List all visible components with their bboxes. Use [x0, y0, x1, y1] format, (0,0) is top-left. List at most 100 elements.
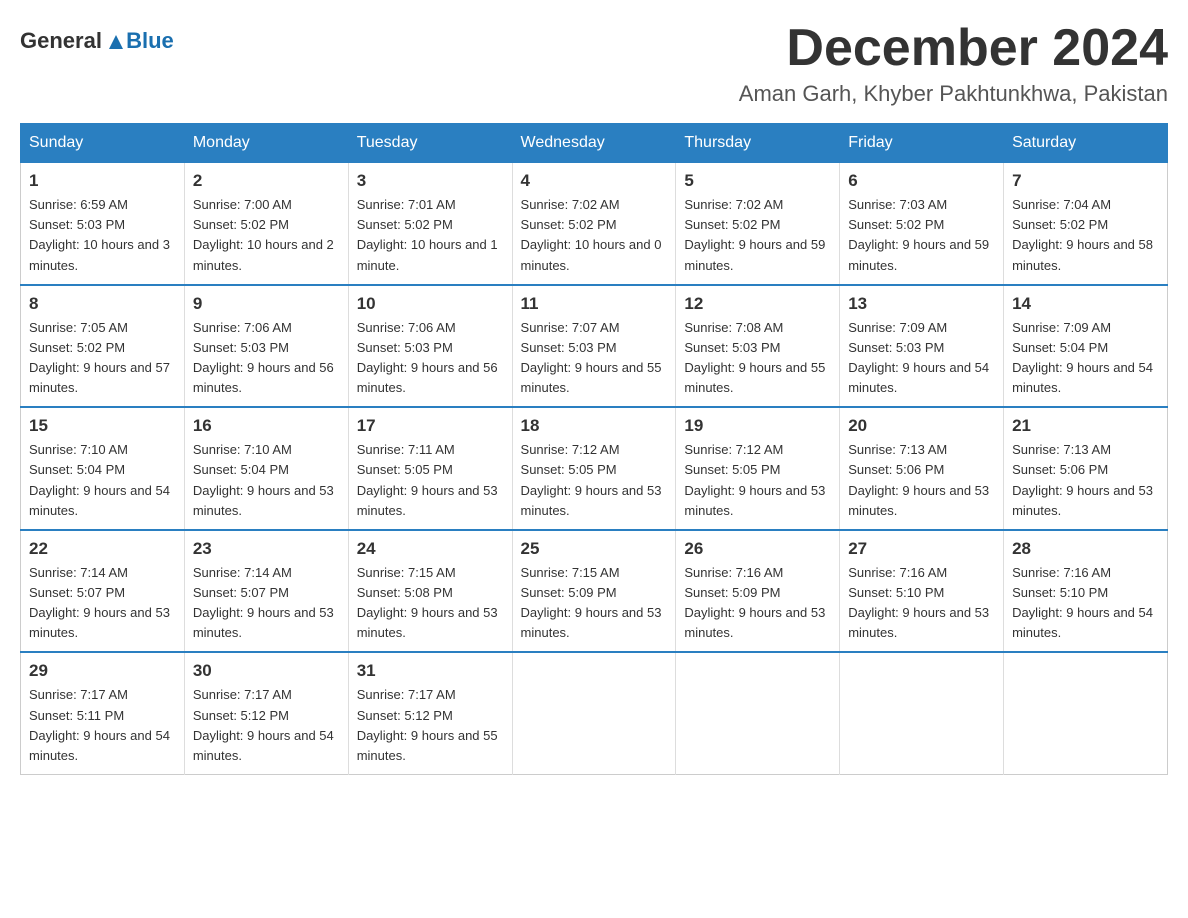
day-info: Sunrise: 7:09 AMSunset: 5:03 PMDaylight:… [848, 318, 995, 399]
day-info: Sunrise: 7:00 AMSunset: 5:02 PMDaylight:… [193, 195, 340, 276]
day-number: 26 [684, 539, 831, 559]
calendar-cell [840, 652, 1004, 774]
day-info: Sunrise: 7:10 AMSunset: 5:04 PMDaylight:… [29, 440, 176, 521]
day-info: Sunrise: 7:08 AMSunset: 5:03 PMDaylight:… [684, 318, 831, 399]
calendar-cell: 11 Sunrise: 7:07 AMSunset: 5:03 PMDaylig… [512, 285, 676, 408]
day-number: 10 [357, 294, 504, 314]
day-info: Sunrise: 7:17 AMSunset: 5:11 PMDaylight:… [29, 685, 176, 766]
calendar-cell [512, 652, 676, 774]
calendar-cell: 17 Sunrise: 7:11 AMSunset: 5:05 PMDaylig… [348, 407, 512, 530]
day-number: 5 [684, 171, 831, 191]
header-day-wednesday: Wednesday [512, 124, 676, 163]
calendar-cell: 14 Sunrise: 7:09 AMSunset: 5:04 PMDaylig… [1004, 285, 1168, 408]
day-info: Sunrise: 6:59 AMSunset: 5:03 PMDaylight:… [29, 195, 176, 276]
day-number: 31 [357, 661, 504, 681]
calendar-cell: 23 Sunrise: 7:14 AMSunset: 5:07 PMDaylig… [184, 530, 348, 653]
page-header: General Blue December 2024 Aman Garh, Kh… [20, 20, 1168, 107]
calendar-cell: 10 Sunrise: 7:06 AMSunset: 5:03 PMDaylig… [348, 285, 512, 408]
month-title: December 2024 [739, 20, 1168, 77]
day-info: Sunrise: 7:13 AMSunset: 5:06 PMDaylight:… [848, 440, 995, 521]
day-info: Sunrise: 7:06 AMSunset: 5:03 PMDaylight:… [193, 318, 340, 399]
day-info: Sunrise: 7:02 AMSunset: 5:02 PMDaylight:… [521, 195, 668, 276]
day-number: 21 [1012, 416, 1159, 436]
day-number: 7 [1012, 171, 1159, 191]
day-number: 14 [1012, 294, 1159, 314]
header-row: SundayMondayTuesdayWednesdayThursdayFrid… [21, 124, 1168, 163]
day-number: 17 [357, 416, 504, 436]
calendar-table: SundayMondayTuesdayWednesdayThursdayFrid… [20, 123, 1168, 775]
day-info: Sunrise: 7:07 AMSunset: 5:03 PMDaylight:… [521, 318, 668, 399]
calendar-body: 1 Sunrise: 6:59 AMSunset: 5:03 PMDayligh… [21, 163, 1168, 775]
day-info: Sunrise: 7:03 AMSunset: 5:02 PMDaylight:… [848, 195, 995, 276]
title-section: December 2024 Aman Garh, Khyber Pakhtunk… [739, 20, 1168, 107]
calendar-cell: 30 Sunrise: 7:17 AMSunset: 5:12 PMDaylig… [184, 652, 348, 774]
calendar-week-row: 22 Sunrise: 7:14 AMSunset: 5:07 PMDaylig… [21, 530, 1168, 653]
header-day-friday: Friday [840, 124, 1004, 163]
calendar-week-row: 1 Sunrise: 6:59 AMSunset: 5:03 PMDayligh… [21, 163, 1168, 285]
header-day-thursday: Thursday [676, 124, 840, 163]
calendar-cell: 31 Sunrise: 7:17 AMSunset: 5:12 PMDaylig… [348, 652, 512, 774]
logo: General Blue [20, 28, 174, 54]
calendar-cell: 8 Sunrise: 7:05 AMSunset: 5:02 PMDayligh… [21, 285, 185, 408]
logo-general: General [20, 28, 124, 54]
calendar-week-row: 15 Sunrise: 7:10 AMSunset: 5:04 PMDaylig… [21, 407, 1168, 530]
day-number: 29 [29, 661, 176, 681]
day-number: 9 [193, 294, 340, 314]
calendar-cell: 25 Sunrise: 7:15 AMSunset: 5:09 PMDaylig… [512, 530, 676, 653]
day-info: Sunrise: 7:12 AMSunset: 5:05 PMDaylight:… [521, 440, 668, 521]
header-day-monday: Monday [184, 124, 348, 163]
day-info: Sunrise: 7:05 AMSunset: 5:02 PMDaylight:… [29, 318, 176, 399]
calendar-cell: 4 Sunrise: 7:02 AMSunset: 5:02 PMDayligh… [512, 163, 676, 285]
day-info: Sunrise: 7:09 AMSunset: 5:04 PMDaylight:… [1012, 318, 1159, 399]
calendar-header: SundayMondayTuesdayWednesdayThursdayFrid… [21, 124, 1168, 163]
calendar-week-row: 8 Sunrise: 7:05 AMSunset: 5:02 PMDayligh… [21, 285, 1168, 408]
day-number: 24 [357, 539, 504, 559]
calendar-cell [676, 652, 840, 774]
day-number: 1 [29, 171, 176, 191]
day-info: Sunrise: 7:01 AMSunset: 5:02 PMDaylight:… [357, 195, 504, 276]
day-info: Sunrise: 7:10 AMSunset: 5:04 PMDaylight:… [193, 440, 340, 521]
day-info: Sunrise: 7:15 AMSunset: 5:09 PMDaylight:… [521, 563, 668, 644]
calendar-cell: 3 Sunrise: 7:01 AMSunset: 5:02 PMDayligh… [348, 163, 512, 285]
calendar-cell: 24 Sunrise: 7:15 AMSunset: 5:08 PMDaylig… [348, 530, 512, 653]
calendar-cell: 13 Sunrise: 7:09 AMSunset: 5:03 PMDaylig… [840, 285, 1004, 408]
header-day-sunday: Sunday [21, 124, 185, 163]
calendar-cell: 21 Sunrise: 7:13 AMSunset: 5:06 PMDaylig… [1004, 407, 1168, 530]
day-info: Sunrise: 7:06 AMSunset: 5:03 PMDaylight:… [357, 318, 504, 399]
header-day-tuesday: Tuesday [348, 124, 512, 163]
calendar-cell: 12 Sunrise: 7:08 AMSunset: 5:03 PMDaylig… [676, 285, 840, 408]
day-number: 20 [848, 416, 995, 436]
day-number: 4 [521, 171, 668, 191]
day-info: Sunrise: 7:04 AMSunset: 5:02 PMDaylight:… [1012, 195, 1159, 276]
calendar-cell: 2 Sunrise: 7:00 AMSunset: 5:02 PMDayligh… [184, 163, 348, 285]
calendar-cell: 6 Sunrise: 7:03 AMSunset: 5:02 PMDayligh… [840, 163, 1004, 285]
day-info: Sunrise: 7:17 AMSunset: 5:12 PMDaylight:… [193, 685, 340, 766]
calendar-cell: 18 Sunrise: 7:12 AMSunset: 5:05 PMDaylig… [512, 407, 676, 530]
day-info: Sunrise: 7:11 AMSunset: 5:05 PMDaylight:… [357, 440, 504, 521]
day-info: Sunrise: 7:02 AMSunset: 5:02 PMDaylight:… [684, 195, 831, 276]
day-number: 2 [193, 171, 340, 191]
day-number: 12 [684, 294, 831, 314]
calendar-cell: 26 Sunrise: 7:16 AMSunset: 5:09 PMDaylig… [676, 530, 840, 653]
day-info: Sunrise: 7:17 AMSunset: 5:12 PMDaylight:… [357, 685, 504, 766]
day-number: 15 [29, 416, 176, 436]
day-number: 18 [521, 416, 668, 436]
calendar-week-row: 29 Sunrise: 7:17 AMSunset: 5:11 PMDaylig… [21, 652, 1168, 774]
header-day-saturday: Saturday [1004, 124, 1168, 163]
calendar-cell: 16 Sunrise: 7:10 AMSunset: 5:04 PMDaylig… [184, 407, 348, 530]
calendar-cell: 28 Sunrise: 7:16 AMSunset: 5:10 PMDaylig… [1004, 530, 1168, 653]
calendar-cell: 5 Sunrise: 7:02 AMSunset: 5:02 PMDayligh… [676, 163, 840, 285]
day-number: 30 [193, 661, 340, 681]
day-number: 3 [357, 171, 504, 191]
day-number: 13 [848, 294, 995, 314]
day-info: Sunrise: 7:13 AMSunset: 5:06 PMDaylight:… [1012, 440, 1159, 521]
day-number: 16 [193, 416, 340, 436]
location-title: Aman Garh, Khyber Pakhtunkhwa, Pakistan [739, 81, 1168, 107]
day-number: 27 [848, 539, 995, 559]
day-number: 25 [521, 539, 668, 559]
calendar-cell [1004, 652, 1168, 774]
day-number: 28 [1012, 539, 1159, 559]
day-info: Sunrise: 7:16 AMSunset: 5:10 PMDaylight:… [1012, 563, 1159, 644]
day-info: Sunrise: 7:15 AMSunset: 5:08 PMDaylight:… [357, 563, 504, 644]
day-info: Sunrise: 7:12 AMSunset: 5:05 PMDaylight:… [684, 440, 831, 521]
